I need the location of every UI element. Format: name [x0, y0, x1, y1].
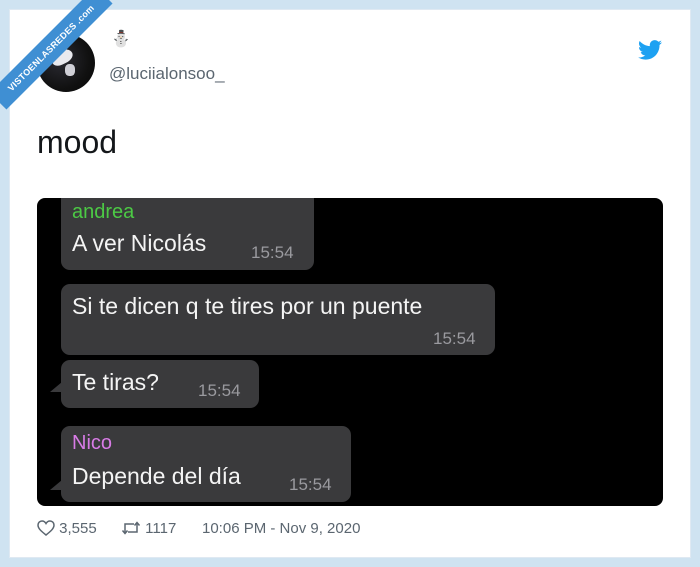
message-text: A ver Nicolás [72, 230, 207, 256]
message-time: 15:54 [289, 475, 332, 494]
heart-icon [37, 520, 55, 536]
chat-message: andrea A ver Nicolás 15:54 [61, 198, 314, 270]
message-text: Depende del día [72, 463, 241, 489]
message-sender: andrea [72, 201, 135, 223]
message-text: Te tiras? [72, 369, 159, 395]
tweet-card: VISTOENLASREDES .com ⛄ @luciialonsoo_ mo… [0, 0, 690, 557]
message-text: Si te dicen q te tires por un puente [72, 293, 423, 319]
message-time: 15:54 [251, 243, 294, 262]
chat-message: Te tiras? 15:54 [61, 360, 259, 408]
user-handle[interactable]: @luciialonsoo_ [109, 64, 225, 84]
chat-screenshot[interactable]: andrea A ver Nicolás 15:54 Si te dicen q… [37, 198, 663, 506]
watermark-ribbon: VISTOENLASREDES .com [0, 0, 113, 110]
message-sender: Nico [72, 432, 113, 454]
tweet-timestamp[interactable]: 10:06 PM - Nov 9, 2020 [202, 520, 360, 537]
retweet-icon [121, 521, 141, 535]
like-button[interactable]: 3,555 [37, 520, 97, 537]
message-time: 15:54 [198, 381, 241, 400]
retweet-button[interactable]: 1117 [121, 520, 176, 537]
chat-message: Nico Depende del día 15:54 [61, 426, 351, 502]
tweet-text: mood [37, 124, 118, 160]
retweet-count: 1117 [145, 520, 177, 537]
twitter-bird-icon[interactable] [638, 40, 662, 60]
message-time: 15:54 [433, 329, 476, 348]
chat-message: Si te dicen q te tires por un puente 15:… [61, 284, 495, 355]
like-count: 3,555 [59, 520, 97, 537]
display-name-emoji: ⛄ [111, 31, 131, 48]
